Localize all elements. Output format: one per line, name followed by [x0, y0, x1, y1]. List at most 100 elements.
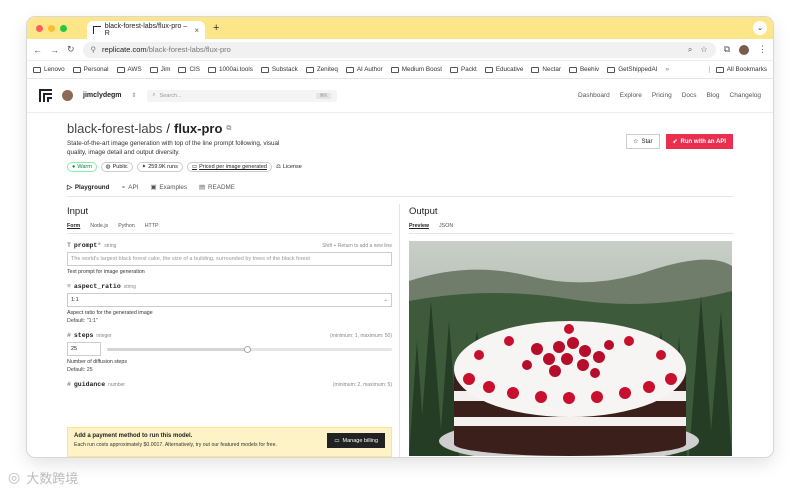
nav-explore[interactable]: Explore: [620, 92, 642, 99]
list-type-icon: ≡: [67, 283, 71, 290]
all-bookmarks[interactable]: All Bookmarks: [708, 66, 767, 73]
tab-python[interactable]: Python: [118, 223, 135, 229]
tab-playground[interactable]: ▷ Playground: [67, 184, 109, 191]
steps-slider-thumb[interactable]: [243, 345, 251, 353]
steps-range: (minimum: 1, maximum: 50): [330, 333, 392, 339]
bookmark-item[interactable]: Educative: [484, 66, 523, 73]
url-path: /black-forest-labs/flux-pro: [146, 45, 231, 54]
bookmark-item[interactable]: AWS: [116, 66, 142, 73]
nav-changelog[interactable]: Changelog: [730, 92, 761, 99]
bookmark-item[interactable]: CIS: [178, 66, 200, 73]
search-input[interactable]: ⌕ Search... ⌘K: [146, 89, 337, 102]
forward-arrow-icon[interactable]: →: [50, 45, 59, 55]
star-button[interactable]: ☆ Star: [626, 134, 660, 149]
readme-icon: ▤: [199, 184, 205, 191]
browser-tools: ⧉ ⋮: [724, 44, 767, 55]
examples-icon: ▣: [150, 184, 157, 191]
license-link[interactable]: ⚖ License: [276, 164, 302, 170]
tab-nodejs[interactable]: Node.js: [90, 223, 108, 229]
output-panel: Output Preview JSON: [409, 204, 734, 457]
tab-http[interactable]: HTTP: [145, 223, 159, 229]
folder-icon: [178, 66, 187, 73]
price-tag-icon: ▭: [191, 164, 198, 170]
rocket-icon: ➶: [672, 139, 678, 145]
play-icon: ▷: [67, 184, 72, 191]
input-panel: Input Form Node.js Python HTTP T prompt *…: [67, 204, 392, 457]
bookmark-item[interactable]: 1000ai.tools: [207, 66, 253, 73]
card-icon: ▭: [334, 437, 340, 444]
bookmark-item[interactable]: GetShippedAI: [607, 66, 657, 73]
number-type-icon: #: [67, 381, 71, 388]
zoom-icon[interactable]: ⌕: [688, 45, 692, 55]
site-info-icon[interactable]: ⚲: [91, 45, 97, 54]
new-tab-button[interactable]: +: [213, 22, 219, 34]
required-mark: *: [97, 242, 102, 249]
nav-blog[interactable]: Blog: [707, 92, 720, 99]
bookmark-item[interactable]: Zeniteq: [305, 66, 338, 73]
profile-avatar[interactable]: [739, 44, 749, 55]
close-tab-icon[interactable]: ×: [194, 26, 199, 35]
warm-badge: ● Warm: [67, 162, 97, 172]
bookmark-item[interactable]: Nectar: [531, 66, 561, 73]
bookmark-item[interactable]: Lenovo: [33, 66, 65, 73]
aspect-ratio-select[interactable]: 1:1 ⌄: [67, 293, 392, 307]
tab-readme[interactable]: ▤ README: [199, 184, 235, 191]
black-forest-cake-image: [409, 241, 732, 456]
url-field[interactable]: ⚲ replicate.com/black-forest-labs/flux-p…: [82, 41, 716, 58]
browser-menu-icon[interactable]: ⋮: [758, 44, 767, 55]
warm-dot-icon: ●: [72, 164, 76, 170]
input-subtabs: Form Node.js Python HTTP: [67, 223, 392, 234]
tab-preview[interactable]: Preview: [409, 223, 429, 229]
tab-examples[interactable]: ▣ Examples: [150, 184, 187, 191]
bookmark-item[interactable]: Substack: [260, 66, 298, 73]
model-header: black-forest-labs / flux-pro ⧉ State-of-…: [27, 113, 773, 197]
pricing-badge[interactable]: ▭ Priced per image generated: [186, 162, 272, 172]
input-title: Input: [67, 206, 89, 217]
close-window-button[interactable]: [36, 24, 43, 32]
model-tabs: ▷ Playground ⌁ API ▣ Examples ▤ README: [67, 184, 733, 197]
reload-icon[interactable]: ↻: [67, 44, 75, 55]
bookmark-star-icon[interactable]: ☆: [700, 45, 707, 55]
steps-slider[interactable]: [107, 345, 392, 353]
folder-icon: [260, 66, 269, 73]
extensions-icon[interactable]: ⧉: [724, 44, 730, 55]
steps-label: steps: [73, 332, 94, 339]
folder-icon: [531, 66, 540, 73]
watermark-logo-icon: ◎: [8, 469, 21, 485]
replicate-logo-icon[interactable]: [39, 89, 52, 102]
playground-panels: Input Form Node.js Python HTTP T prompt *…: [27, 204, 773, 457]
tab-form[interactable]: Form: [67, 223, 80, 229]
nav-pricing[interactable]: Pricing: [652, 92, 672, 99]
minimize-window-button[interactable]: [48, 24, 55, 32]
model-owner[interactable]: black-forest-labs: [67, 121, 162, 136]
bookmark-item[interactable]: Packt: [450, 66, 477, 73]
bookmark-item[interactable]: Beehiv: [568, 66, 599, 73]
search-shortcut: ⌘K: [316, 92, 331, 99]
steps-input[interactable]: 25: [67, 342, 101, 356]
folder-icon: [450, 66, 458, 73]
tab-api[interactable]: ⌁ API: [121, 184, 138, 191]
maximize-window-button[interactable]: [60, 24, 67, 32]
tab-search-chevron-icon[interactable]: ⌄: [753, 21, 767, 35]
bookmark-item[interactable]: AI Author: [345, 66, 383, 73]
tab-json[interactable]: JSON: [439, 223, 453, 229]
account-switch-icon[interactable]: ⇕: [132, 92, 137, 99]
bookmark-item[interactable]: Medium Boost: [390, 66, 442, 73]
bookmarks-overflow-icon[interactable]: »: [665, 66, 669, 73]
back-arrow-icon[interactable]: ←: [33, 45, 42, 55]
run-with-api-button[interactable]: ➶ Run with an API: [665, 134, 733, 149]
browser-tab[interactable]: black-forest-labs/flux-pro – R ×: [87, 21, 205, 39]
copy-icon[interactable]: ⧉: [226, 125, 231, 133]
user-avatar[interactable]: [62, 90, 73, 101]
bookmark-item[interactable]: Jim: [149, 66, 170, 73]
output-title: Output: [409, 206, 438, 217]
manage-billing-button[interactable]: ▭ Manage billing: [327, 433, 385, 448]
prompt-input[interactable]: The world's largest black forest cake, t…: [67, 252, 392, 266]
folder-icon: [715, 66, 724, 73]
username[interactable]: jimclydegm: [83, 92, 122, 99]
output-image[interactable]: [409, 241, 732, 456]
bookmark-item[interactable]: Personal: [72, 66, 109, 73]
nav-docs[interactable]: Docs: [682, 92, 697, 99]
nav-dashboard[interactable]: Dashboard: [578, 92, 610, 99]
browser-window: black-forest-labs/flux-pro – R × + ⌄ ← →…: [27, 17, 773, 457]
